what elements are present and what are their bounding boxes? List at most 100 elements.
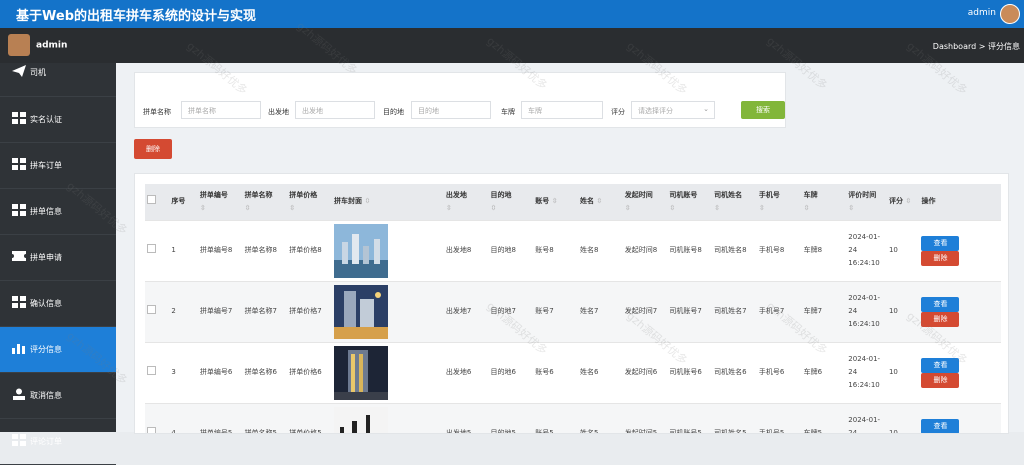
cell-driver-account: 司机账号8 xyxy=(667,220,712,281)
search-panel: 拼单名称 拼单名称 出发地 出发地 目的地 目的地 车牌 车牌 评分 请选择评分… xyxy=(134,72,786,128)
column-header[interactable]: 拼单名称⇳ xyxy=(243,184,288,220)
column-header[interactable]: 序号 xyxy=(169,184,197,220)
select-all-checkbox-cell[interactable] xyxy=(145,184,169,220)
cell-carpool-price: 拼单价格8 xyxy=(287,220,332,281)
rating-table: 序号 拼单编号⇳ 拼单名称⇳ 拼单价格⇳ 拼车封面 ⇳ 出发地⇳ 目的地⇳ 账号… xyxy=(145,184,1001,434)
cell-actions: 查看删除 xyxy=(919,281,1001,342)
cell-driver-name: 司机姓名5 xyxy=(712,403,757,434)
cell-carpool-price: 拼单价格6 xyxy=(287,342,332,403)
cell-phone: 手机号5 xyxy=(757,403,802,434)
app-title: 基于Web的出租车拼车系统的设计与实现 xyxy=(16,5,256,24)
column-header[interactable]: 拼单价格⇳ xyxy=(287,184,332,220)
column-header[interactable]: 出发地⇳ xyxy=(444,184,489,220)
column-header[interactable]: 拼车封面 ⇳ xyxy=(332,184,444,220)
row-number: 3 xyxy=(169,342,197,403)
column-header[interactable]: 账号 ⇳ xyxy=(533,184,578,220)
cell-plate: 车牌7 xyxy=(802,281,847,342)
destination-input[interactable]: 目的地 xyxy=(411,101,491,119)
sidebar-item-label: 拼单申请 xyxy=(30,252,62,263)
cell-cover xyxy=(332,342,444,403)
cell-actions: 查看删除 xyxy=(919,403,1001,434)
cell-start-time: 发起时间8 xyxy=(623,220,668,281)
column-header[interactable]: 司机账号⇳ xyxy=(667,184,712,220)
cell-score: 10 xyxy=(887,403,920,434)
top-header-bar: 基于Web的出租车拼车系统的设计与实现 admin xyxy=(0,0,1024,28)
sidebar-item-confirm-info[interactable]: 确认信息 xyxy=(0,281,116,327)
table-header-row: 序号 拼单编号⇳ 拼单名称⇳ 拼单价格⇳ 拼车封面 ⇳ 出发地⇳ 目的地⇳ 账号… xyxy=(145,184,1001,220)
delete-button[interactable]: 删除 xyxy=(921,373,959,388)
sidebar-item-label: 取消信息 xyxy=(30,390,62,401)
plate-label: 车牌 xyxy=(501,107,515,117)
cell-account: 账号8 xyxy=(533,220,578,281)
batch-delete-button[interactable]: 删除 xyxy=(134,139,172,159)
cell-account: 账号5 xyxy=(533,403,578,434)
sidebar-item-carpool-info[interactable]: 拼单信息 xyxy=(0,189,116,235)
delete-button[interactable]: 删除 xyxy=(921,251,959,266)
cell-score: 10 xyxy=(887,220,920,281)
sidebar-user: admin xyxy=(8,34,67,56)
row-checkbox[interactable] xyxy=(147,305,156,314)
cell-destination: 目的地5 xyxy=(489,403,534,434)
search-button[interactable]: 搜索 xyxy=(741,101,785,119)
column-header[interactable]: 评价时间⇳ xyxy=(846,184,887,220)
cover-image xyxy=(334,407,388,434)
column-header[interactable]: 手机号⇳ xyxy=(757,184,802,220)
departure-input[interactable]: 出发地 xyxy=(295,101,375,119)
column-header[interactable]: 评分 ⇳ xyxy=(887,184,920,220)
table-row: 2 拼单编号7 拼单名称7 拼单价格7 出发地7 目的地7 账号7 姓名7 发起… xyxy=(145,281,1001,342)
cell-account: 账号6 xyxy=(533,342,578,403)
cover-image xyxy=(334,285,388,339)
sidebar-item-driver[interactable]: 司机 xyxy=(0,63,116,97)
cell-carpool-name: 拼单名称6 xyxy=(243,342,288,403)
cell-driver-account: 司机账号6 xyxy=(667,342,712,403)
row-number: 4 xyxy=(169,403,197,434)
breadcrumb: Dashboard > 评分信息 xyxy=(933,41,1020,52)
row-checkbox[interactable] xyxy=(147,244,156,253)
row-checkbox[interactable] xyxy=(147,366,156,375)
main-content: 拼单名称 拼单名称 出发地 出发地 目的地 目的地 车牌 车牌 评分 请选择评分… xyxy=(116,63,1024,432)
rating-select-value: 请选择评分 xyxy=(638,107,673,115)
column-header[interactable]: 司机姓名⇳ xyxy=(712,184,757,220)
sidebar-item-review-orders[interactable]: 评论订单 xyxy=(0,419,116,465)
table-row: 1 拼单编号8 拼单名称8 拼单价格8 出发地8 目的地8 账号8 姓名8 发起… xyxy=(145,220,1001,281)
column-header[interactable]: 目的地⇳ xyxy=(489,184,534,220)
view-button[interactable]: 查看 xyxy=(921,236,959,251)
column-header[interactable]: 姓名 ⇳ xyxy=(578,184,623,220)
cell-plate: 车牌8 xyxy=(802,220,847,281)
column-header[interactable]: 车牌⇳ xyxy=(802,184,847,220)
select-all-checkbox[interactable] xyxy=(147,195,156,204)
row-checkbox[interactable] xyxy=(147,427,156,434)
column-header[interactable]: 拼单编号⇳ xyxy=(198,184,243,220)
view-button[interactable]: 查看 xyxy=(921,297,959,312)
cell-account: 账号7 xyxy=(533,281,578,342)
cell-departure: 出发地6 xyxy=(444,342,489,403)
carpool-name-label: 拼单名称 xyxy=(143,107,171,117)
header-avatar[interactable] xyxy=(1000,4,1020,24)
cell-destination: 目的地7 xyxy=(489,281,534,342)
cell-departure: 出发地8 xyxy=(444,220,489,281)
rating-select[interactable]: 请选择评分⌄ xyxy=(631,101,715,119)
sidebar-item-carpool-orders[interactable]: 拼车订单 xyxy=(0,143,116,189)
sidebar-item-cancel-info[interactable]: 取消信息 xyxy=(0,373,116,419)
sidebar-item-carpool-request[interactable]: 拼单申请 xyxy=(0,235,116,281)
cell-score: 10 xyxy=(887,281,920,342)
sidebar-item-verification[interactable]: 实名认证 xyxy=(0,97,116,143)
sidebar-item-label: 评论订单 xyxy=(30,436,62,447)
header-username[interactable]: admin xyxy=(968,8,996,18)
cell-actions: 查看删除 xyxy=(919,342,1001,403)
cell-start-time: 发起时间5 xyxy=(623,403,668,434)
sidebar-item-rating-info[interactable]: 评分信息 xyxy=(0,327,116,373)
carpool-name-input[interactable]: 拼单名称 xyxy=(181,101,261,119)
column-header[interactable]: 发起时间⇳ xyxy=(623,184,668,220)
delete-button[interactable]: 删除 xyxy=(921,312,959,327)
avatar xyxy=(8,34,30,56)
cell-rating-time: 2024-01-24 16:24:10 xyxy=(846,220,887,281)
user-icon xyxy=(12,388,26,400)
cell-departure: 出发地7 xyxy=(444,281,489,342)
grid-icon xyxy=(12,204,26,216)
cell-name: 姓名6 xyxy=(578,342,623,403)
cell-driver-account: 司机账号7 xyxy=(667,281,712,342)
plate-input[interactable]: 车牌 xyxy=(521,101,603,119)
cell-destination: 目的地6 xyxy=(489,342,534,403)
view-button[interactable]: 查看 xyxy=(921,358,959,373)
